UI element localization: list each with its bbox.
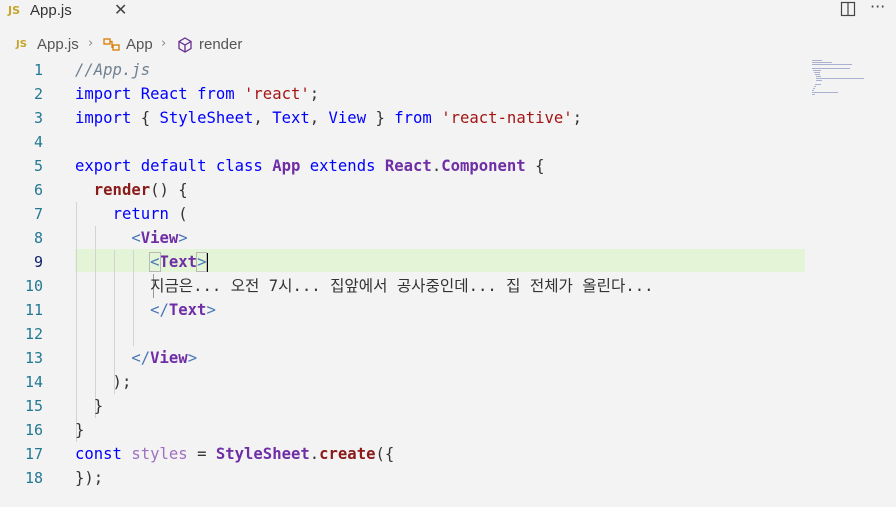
line-number: 11 <box>24 301 43 319</box>
breadcrumb: JS App.js › App › render <box>0 34 896 56</box>
line-number: 17 <box>24 445 43 463</box>
js-file-icon: JS <box>16 39 27 50</box>
tab-label: App.js <box>30 2 72 19</box>
tab-bar: JS App.js ✕ ··· <box>0 0 896 24</box>
text-cursor <box>206 253 209 272</box>
code-line-15[interactable]: } <box>75 394 103 418</box>
chevron-right-icon: › <box>88 36 94 51</box>
code-line-1[interactable]: //App.js <box>75 58 150 82</box>
line-number: 8 <box>33 229 43 247</box>
code-line-14[interactable]: ); <box>75 370 132 394</box>
line-number: 2 <box>33 85 43 103</box>
code-line-18[interactable]: }); <box>75 466 103 490</box>
line-number: 9 <box>33 253 43 271</box>
code-line-9[interactable]: <Text> <box>75 250 209 274</box>
tab-app-js[interactable]: JS App.js ✕ <box>0 0 140 24</box>
line-number: 7 <box>33 205 43 223</box>
split-editor-icon[interactable] <box>840 1 856 17</box>
code-line-16[interactable]: } <box>75 418 84 442</box>
line-number: 3 <box>33 109 43 127</box>
line-number: 18 <box>24 469 43 487</box>
line-number: 16 <box>24 421 43 439</box>
code-line-13[interactable]: </View> <box>75 346 197 370</box>
code-line-17[interactable]: const styles = StyleSheet.create({ <box>75 442 394 466</box>
code-line-8[interactable]: <View> <box>75 226 187 250</box>
js-file-icon: JS <box>8 4 21 17</box>
code-line-6[interactable]: render() { <box>75 178 188 202</box>
line-number: 13 <box>24 349 43 367</box>
breadcrumb-class[interactable]: App <box>126 36 153 53</box>
code-line-5[interactable]: export default class App extends React.C… <box>75 154 544 178</box>
method-icon <box>178 37 192 53</box>
class-icon <box>103 38 120 51</box>
code-line-11[interactable]: </Text> <box>75 298 216 322</box>
line-number: 6 <box>33 181 43 199</box>
line-number: 14 <box>24 373 43 391</box>
minimap[interactable] <box>812 60 880 100</box>
line-number: 10 <box>24 277 43 295</box>
line-number: 5 <box>33 157 43 175</box>
code-line-7[interactable]: return ( <box>75 202 188 226</box>
code-line-10[interactable]: 지금은... 오전 7시... 집앞에서 공사중인데... 집 전체가 올린다.… <box>75 274 653 298</box>
chevron-right-icon: › <box>161 36 167 51</box>
close-icon[interactable]: ✕ <box>114 0 127 19</box>
code-editor[interactable]: 1 2 3 4 5 6 7 8 9 10 11 12 13 14 15 16 17 18 //App.js imp… <box>0 58 896 507</box>
code-line-3[interactable]: import { StyleSheet, Text, View } from '… <box>75 106 582 130</box>
breadcrumb-method[interactable]: render <box>199 36 242 53</box>
breadcrumb-file[interactable]: App.js <box>37 36 79 53</box>
code-line-2[interactable]: import React from 'react'; <box>75 82 319 106</box>
line-number: 15 <box>24 397 43 415</box>
line-number: 12 <box>24 325 43 343</box>
more-actions-icon[interactable]: ··· <box>870 0 885 16</box>
line-number: 1 <box>33 61 43 79</box>
line-number: 4 <box>33 133 43 151</box>
